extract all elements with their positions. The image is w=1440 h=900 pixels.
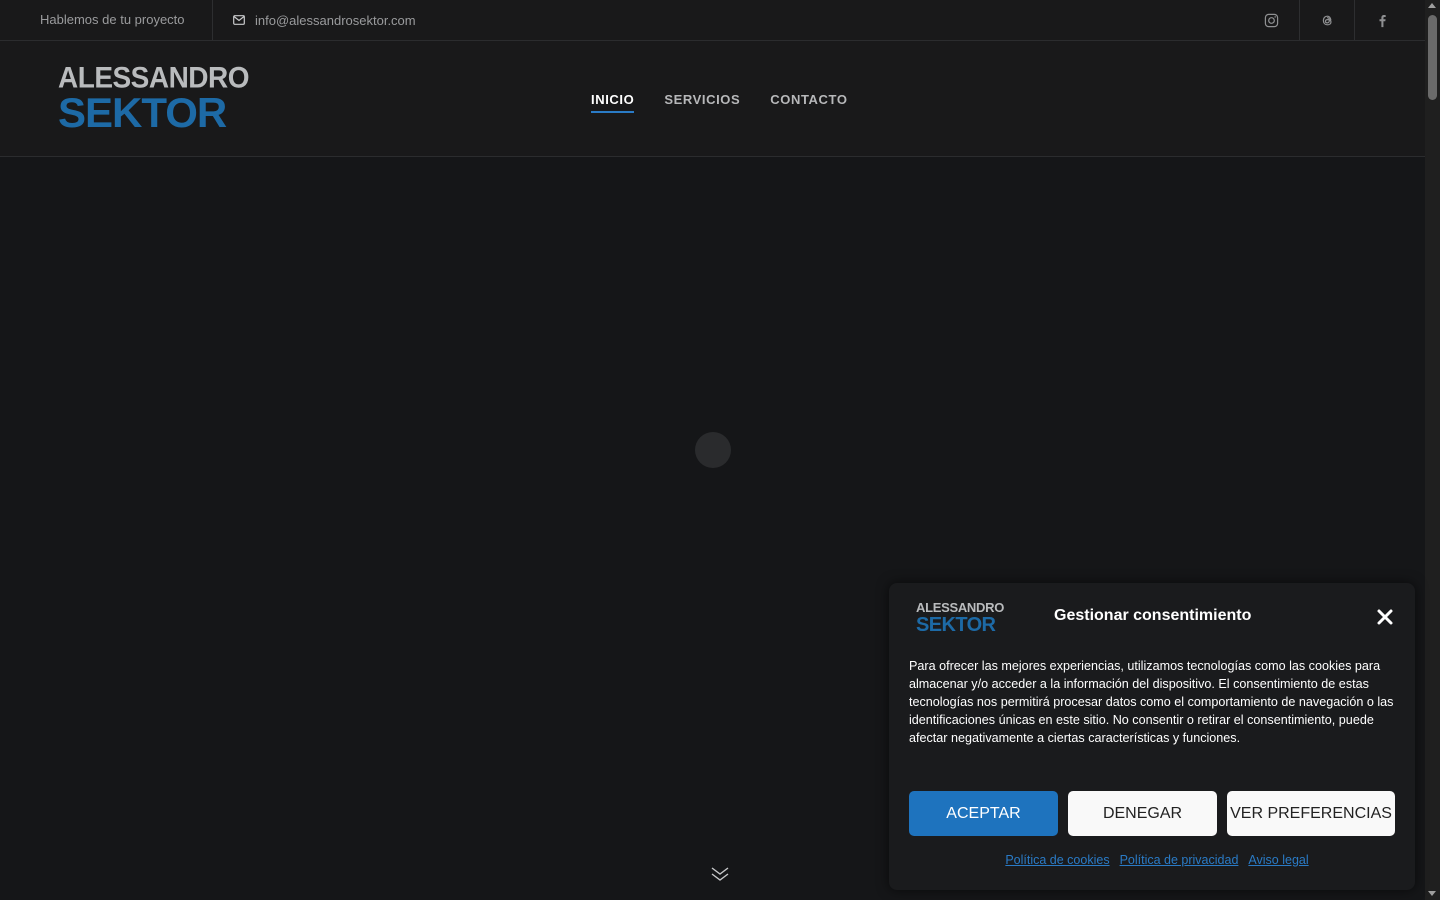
topbar-divider: [212, 0, 213, 40]
social-facebook-link[interactable]: [1354, 0, 1409, 40]
accept-button[interactable]: ACEPTAR: [909, 791, 1058, 836]
scroll-up-arrow-icon[interactable]: [1428, 3, 1436, 8]
main-nav: INICIO SERVICIOS CONTACTO: [591, 41, 848, 157]
cookie-consent-dialog: ALESSANDRO SEKTOR Gestionar consentimien…: [889, 583, 1415, 890]
instagram-icon: [1264, 13, 1279, 27]
consent-title: Gestionar consentimiento: [1054, 607, 1252, 624]
consent-logo: ALESSANDRO SEKTOR: [916, 600, 1005, 637]
social-instagram-link[interactable]: [1244, 0, 1299, 40]
legal-notice-link[interactable]: Aviso legal: [1248, 853, 1308, 867]
nav-item-inicio[interactable]: INICIO: [591, 86, 635, 113]
topbar-email-text: info@alessandrosektor.com: [255, 12, 416, 28]
site-header: ALESSANDRO SEKTOR INICIO SERVICIOS CONTA…: [0, 41, 1425, 157]
consent-links: Política de cookies Política de privacid…: [889, 853, 1415, 867]
cookie-policy-link[interactable]: Política de cookies: [1005, 853, 1109, 867]
scroll-down-arrow-icon[interactable]: [1428, 891, 1436, 896]
logo-line-1: ALESSANDRO: [58, 61, 250, 94]
close-icon[interactable]: [1376, 608, 1394, 626]
threads-icon: [1322, 15, 1332, 25]
facebook-icon: [1379, 14, 1386, 27]
site-logo[interactable]: ALESSANDRO SEKTOR: [58, 61, 250, 139]
social-threads-link[interactable]: [1299, 0, 1354, 40]
scrollbar[interactable]: [1425, 0, 1440, 900]
logo-line-2: SEKTOR: [58, 89, 227, 136]
scroll-down-icon[interactable]: [709, 864, 731, 884]
consent-message: Para ofrecer las mejores experiencias, u…: [909, 659, 1394, 745]
privacy-policy-link[interactable]: Política de privacidad: [1120, 853, 1239, 867]
loading-spinner: [695, 432, 731, 468]
envelope-icon: [233, 15, 245, 25]
page: Hablemos de tu proyecto info@alessandros…: [0, 0, 1440, 900]
topbar-email-link[interactable]: info@alessandrosektor.com: [233, 0, 416, 40]
view-preferences-button[interactable]: VER PREFERENCIAS: [1227, 791, 1395, 836]
nav-item-servicios[interactable]: SERVICIOS: [664, 86, 740, 113]
consent-logo-line-1: ALESSANDRO: [916, 600, 1005, 615]
consent-logo-line-2: SEKTOR: [916, 614, 996, 636]
topbar-tagline: Hablemos de tu proyecto: [40, 12, 185, 27]
scrollbar-thumb[interactable]: [1428, 15, 1437, 100]
topbar: Hablemos de tu proyecto info@alessandros…: [0, 0, 1425, 41]
deny-button[interactable]: DENEGAR: [1068, 791, 1217, 836]
nav-item-contacto[interactable]: CONTACTO: [770, 86, 847, 113]
